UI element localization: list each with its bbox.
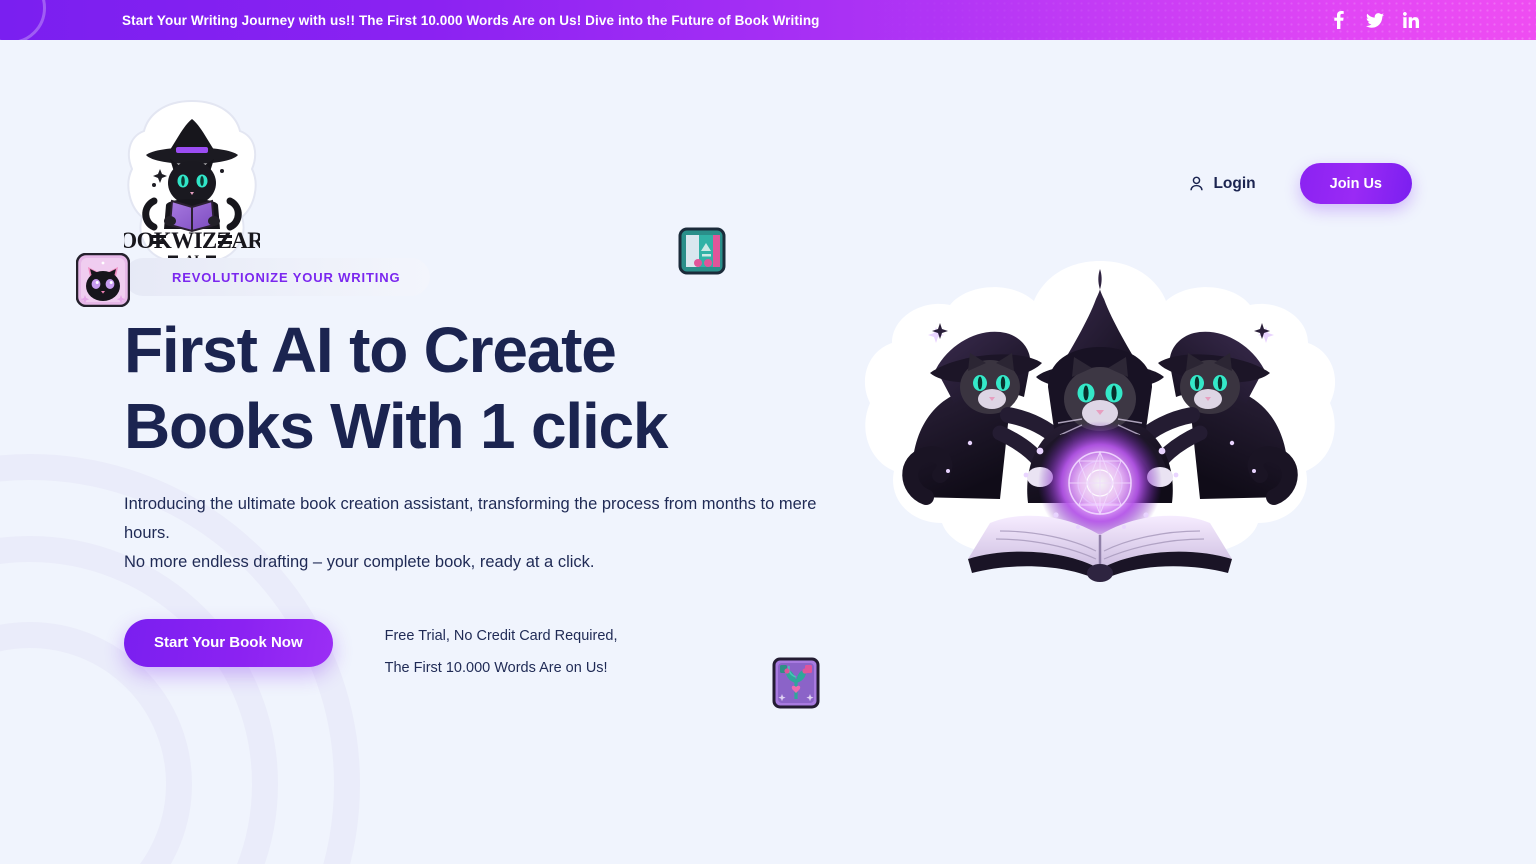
trial-line-1: Free Trial, No Credit Card Required,: [384, 627, 618, 644]
wizard-cats-hero-image: [864, 261, 1336, 582]
headline-line-2: Books With 1 click: [124, 389, 669, 462]
hero-section: REVOLUTIONIZE YOUR WRITING First AI to C…: [0, 225, 1536, 709]
start-your-book-button[interactable]: Start Your Book Now: [124, 618, 333, 667]
paragraph-line-3: No more endless drafting – your complete…: [124, 552, 595, 571]
magic-card-sticker-icon: [772, 657, 820, 709]
paragraph-line-1: Introducing the ultimate book creation a…: [124, 495, 698, 514]
header-nav: Login Join Us: [1188, 163, 1412, 204]
linkedin-icon[interactable]: [1402, 11, 1420, 29]
book-sticker-icon: [678, 227, 726, 275]
hero-badge: REVOLUTIONIZE YOUR WRITING: [124, 258, 431, 296]
login-label: Login: [1213, 174, 1256, 192]
hero-badge-row: REVOLUTIONIZE YOUR WRITING: [76, 227, 954, 307]
trial-line-2: The First 10.000 Words Are on Us!: [384, 659, 608, 676]
social-links: [1330, 0, 1420, 40]
decorative-ring: [0, 0, 46, 40]
hero-content: REVOLUTIONIZE YOUR WRITING First AI to C…: [76, 225, 954, 709]
login-button[interactable]: Login: [1188, 174, 1256, 193]
site-header: BOOKWIZZARD AI Login Join Us: [0, 40, 1536, 267]
hero-cta-row: Start Your Book Now Free Trial, No Credi…: [124, 618, 954, 709]
announcement-text: Start Your Writing Journey with us!! The…: [122, 12, 820, 28]
facebook-icon[interactable]: [1330, 11, 1348, 29]
twitter-icon[interactable]: [1366, 11, 1384, 29]
page-title: First AI to Create Books With 1 click: [124, 313, 824, 464]
cat-face-sticker-icon: [76, 253, 130, 307]
headline-line-1: First AI to Create: [124, 314, 617, 386]
trial-note: Free Trial, No Credit Card Required, The…: [385, 621, 618, 685]
user-icon: [1190, 176, 1204, 191]
page-body: BOOKWIZZARD AI Login Join Us: [0, 40, 1536, 864]
hero-paragraph: Introducing the ultimate book creation a…: [124, 490, 824, 577]
announcement-bar: Start Your Writing Journey with us!! The…: [0, 0, 1536, 40]
join-us-button[interactable]: Join Us: [1299, 163, 1412, 204]
hero-artwork-container: [864, 225, 1412, 684]
